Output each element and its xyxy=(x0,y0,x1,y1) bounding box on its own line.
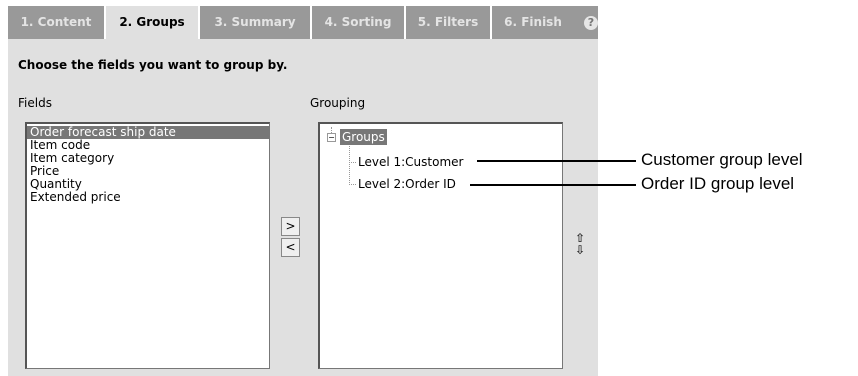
tree-connector xyxy=(349,146,350,185)
fields-listbox[interactable]: Order forecast ship date Item code Item … xyxy=(25,122,270,369)
tab-groups[interactable]: 2. Groups xyxy=(106,6,198,39)
tab-summary[interactable]: 3. Summary xyxy=(200,6,310,39)
tree-root-groups[interactable]: Groups xyxy=(340,129,387,145)
tab-content[interactable]: 1. Content xyxy=(8,6,104,39)
callout-order-id-group-level: Order ID group level xyxy=(641,174,795,193)
tree-node-level-1[interactable]: Level 1:Customer xyxy=(358,154,463,170)
tree-connector xyxy=(349,162,356,163)
tab-sorting[interactable]: 4. Sorting xyxy=(312,6,404,39)
add-group-button[interactable]: > xyxy=(281,217,300,236)
fields-label: Fields xyxy=(18,96,52,110)
field-item[interactable]: Extended price xyxy=(27,191,269,204)
move-down-icon[interactable]: ⇩ xyxy=(575,244,585,256)
groups-panel: Choose the fields you want to group by. … xyxy=(8,39,598,376)
tree-node-level-2[interactable]: Level 2:Order ID xyxy=(358,176,456,192)
callout-line-order-id xyxy=(470,184,636,186)
field-item[interactable]: Item category xyxy=(27,152,269,165)
tree-collapse-icon[interactable]: − xyxy=(327,133,336,142)
tab-finish[interactable]: 6. Finish xyxy=(492,6,574,39)
wizard-tab-bar: 1. Content 2. Groups 3. Summary 4. Sorti… xyxy=(8,6,598,39)
callout-customer-group-level: Customer group level xyxy=(641,150,803,169)
help-icon[interactable]: ? xyxy=(584,16,598,30)
tab-filters[interactable]: 5. Filters xyxy=(406,6,490,39)
grouping-label: Grouping xyxy=(310,96,366,110)
instruction-text: Choose the fields you want to group by. xyxy=(18,58,288,72)
callout-line-customer xyxy=(477,160,636,162)
tree-connector xyxy=(349,184,356,185)
remove-group-button[interactable]: < xyxy=(281,238,300,257)
